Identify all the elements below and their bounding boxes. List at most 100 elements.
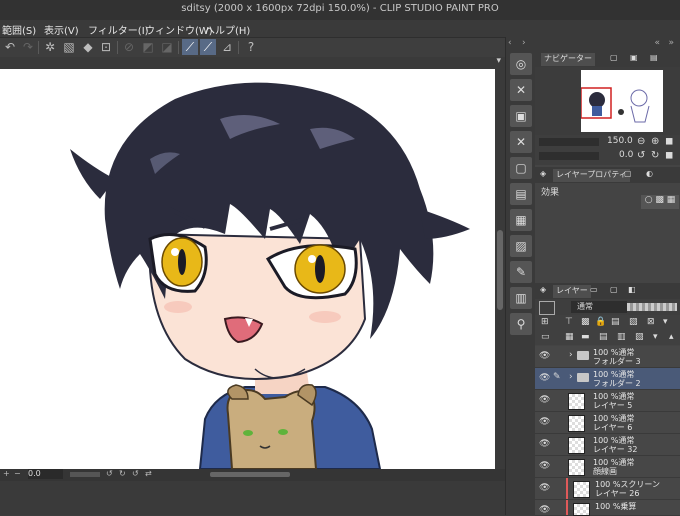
tab-other2[interactable]: ◐: [643, 169, 656, 182]
fill-outside-icon[interactable]: ◪: [159, 39, 175, 55]
layer-color-icon[interactable]: [539, 301, 555, 315]
chevron-right-icon[interactable]: ›: [569, 372, 573, 382]
rotate-left-icon[interactable]: ↺: [106, 469, 113, 478]
tab-layers-icon[interactable]: ◈: [537, 285, 549, 298]
fill-area-icon[interactable]: ◩: [140, 39, 156, 55]
layer-folder-icon[interactable]: ▬: [581, 332, 590, 342]
zoom-slider[interactable]: [70, 472, 100, 477]
chevron-right-icon[interactable]: ›: [569, 350, 573, 360]
chevron-right-icon[interactable]: ›: [522, 38, 526, 48]
tab-subview[interactable]: ▢: [607, 53, 621, 66]
list-item[interactable]: 👁 100 %通常 レイヤー 32: [535, 434, 680, 456]
document-icon[interactable]: ▤: [510, 183, 532, 205]
export-icon[interactable]: ▥: [510, 287, 532, 309]
eye-icon[interactable]: 👁: [539, 505, 550, 515]
eye-icon[interactable]: 👁: [539, 395, 550, 405]
list-item[interactable]: 👁 100 %通常 レイヤー 5: [535, 390, 680, 412]
blend-mode-select[interactable]: 通常: [571, 301, 627, 313]
list-item[interactable]: 👁 › 100 %通常 フォルダー 3: [535, 346, 680, 368]
snap-special-ruler-icon[interactable]: ⟋: [200, 39, 216, 55]
list-item[interactable]: 👁 100 %通常 レイヤー 6: [535, 412, 680, 434]
bucket-icon[interactable]: ◆: [80, 39, 96, 55]
layer-list-icon[interactable]: ▭: [541, 332, 550, 342]
navigator-preview[interactable]: [580, 70, 663, 132]
duplicate-icon[interactable]: ▧: [635, 332, 644, 342]
menu-icon[interactable]: ▾: [663, 317, 668, 327]
list-item[interactable]: 👁 100 %スクリーン レイヤー 26: [535, 478, 680, 500]
camera-icon[interactable]: ▢: [510, 157, 532, 179]
merge-icon[interactable]: ▤: [599, 332, 608, 342]
mask-icon[interactable]: ⊤: [565, 317, 573, 327]
clear-icon[interactable]: ⊘: [121, 39, 137, 55]
up-icon[interactable]: ▴: [669, 332, 674, 342]
menu-view[interactable]: 表示(V): [44, 22, 79, 37]
collapse-arrow-icon[interactable]: ▾: [496, 56, 501, 66]
eye-icon[interactable]: 👁: [539, 483, 550, 493]
scroll-thumb[interactable]: [497, 230, 503, 310]
close-icon[interactable]: ✕: [510, 79, 532, 101]
eye-icon[interactable]: 👁: [539, 351, 550, 361]
clip-icon[interactable]: ▩: [581, 317, 590, 327]
eye-icon[interactable]: 👁: [539, 461, 550, 471]
tab-icon[interactable]: ◈: [537, 169, 549, 182]
search-icon[interactable]: ◎: [510, 53, 532, 75]
fit-icon[interactable]: ◼: [665, 136, 673, 147]
canvas-horizontal-scroll-thumb[interactable]: [210, 472, 290, 477]
trash-icon[interactable]: ▥: [617, 332, 626, 342]
menu-selection[interactable]: 範囲(S): [2, 22, 36, 37]
list-item[interactable]: 👁 100 %乗算: [535, 500, 680, 516]
undo-icon[interactable]: ↶: [2, 39, 18, 55]
snap-grid-icon[interactable]: ⊿: [219, 39, 235, 55]
reset-rotation-icon[interactable]: ◼: [665, 150, 673, 161]
rotate-ccw-icon[interactable]: ↺: [637, 150, 645, 161]
help-icon[interactable]: ?: [243, 39, 259, 55]
plus-icon[interactable]: +: [3, 469, 10, 478]
canvas[interactable]: [0, 69, 495, 469]
grid-icon[interactable]: ▦: [510, 209, 532, 231]
transform-icon[interactable]: ⊡: [98, 39, 114, 55]
snap-ruler-icon[interactable]: ⟋: [182, 39, 198, 55]
zoom-out-icon[interactable]: ⊖: [637, 136, 645, 147]
tab-other[interactable]: ▤: [647, 53, 661, 66]
eye-icon[interactable]: 👁: [539, 439, 550, 449]
opacity-slider[interactable]: [627, 303, 677, 311]
reference-icon[interactable]: ⊞: [541, 317, 549, 327]
chevron-left-icon[interactable]: ‹: [508, 38, 512, 48]
spinner-icon[interactable]: ✲: [42, 39, 58, 55]
menu-filter[interactable]: フィルター(I): [88, 22, 149, 37]
new-layer-icon[interactable]: ⊠: [647, 317, 655, 327]
layer-grid-icon[interactable]: ▦: [565, 332, 574, 342]
zoom-field[interactable]: 0.0: [28, 469, 63, 479]
zoom-slider[interactable]: [539, 138, 599, 146]
fill-icon[interactable]: ▧: [61, 39, 77, 55]
tab-layer-other[interactable]: ◧: [625, 285, 639, 298]
edit-icon[interactable]: ✎: [510, 261, 532, 283]
effect-buttons[interactable]: ○ ▩ ▦: [641, 195, 679, 209]
rotation-slider[interactable]: [539, 152, 599, 160]
zoom-in-icon[interactable]: ⊕: [651, 136, 659, 147]
rotate-cw-icon[interactable]: ↻: [651, 150, 659, 161]
lock-alpha-icon[interactable]: ▤: [611, 317, 620, 327]
delete-icon[interactable]: ✕: [510, 131, 532, 153]
tab-layer-color[interactable]: ▢: [607, 285, 621, 298]
expand-icon[interactable]: »: [668, 38, 674, 48]
lock-icon[interactable]: 🔒: [595, 317, 606, 327]
person-icon[interactable]: ⚲: [510, 313, 532, 335]
menu-window[interactable]: ウィンドウ(W): [145, 22, 213, 37]
list-item[interactable]: 👁 100 %通常 顔線画: [535, 456, 680, 478]
eye-icon[interactable]: 👁: [539, 417, 550, 427]
tab-layers[interactable]: レイヤー: [553, 285, 591, 298]
tab-layer-property[interactable]: レイヤープロパティ: [553, 169, 630, 182]
tab-layer-search[interactable]: ▭: [587, 285, 601, 298]
flip-icon[interactable]: ⇄: [145, 469, 152, 478]
menu-help[interactable]: ヘルプ(H): [205, 22, 250, 37]
collapse-icon[interactable]: «: [654, 38, 660, 48]
tab-history[interactable]: ▢: [621, 169, 635, 182]
rotate-right-icon[interactable]: ↻: [119, 469, 126, 478]
tab-info[interactable]: ▣: [627, 53, 641, 66]
redo-icon[interactable]: ↷: [20, 39, 36, 55]
tab-navigator[interactable]: ナビゲーター: [541, 53, 595, 66]
save-icon[interactable]: ▣: [510, 105, 532, 127]
minus-icon[interactable]: −: [14, 469, 21, 478]
mask-layer-icon[interactable]: ▧: [629, 317, 638, 327]
